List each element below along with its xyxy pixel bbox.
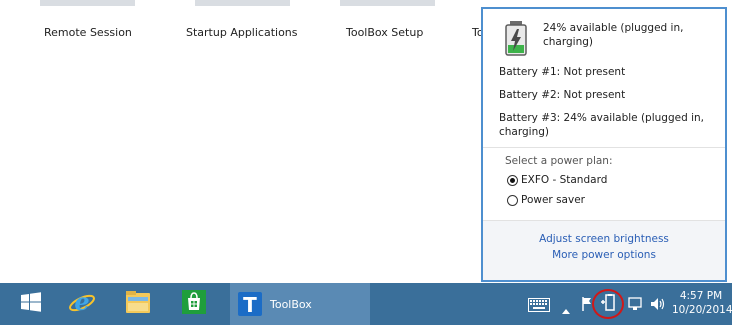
clock-time: 4:57 PM [679,290,723,302]
store-icon [182,290,206,318]
power-plan-label: Power saver [521,194,585,206]
volume-icon [650,296,666,315]
battery-2-status: Battery #2: Not present [499,89,626,101]
keyboard-icon [528,297,550,316]
battery-summary-line1: 24% available (plugged in, [543,22,684,34]
windows-logo-icon [21,292,41,316]
battery-charging-icon [503,21,529,57]
taskbar: e T ToolBox 4:57 PM 10/20/2014 [0,283,732,325]
file-explorer-icon [124,289,152,319]
internet-explorer-icon: e [68,287,96,320]
store-button[interactable] [174,283,214,325]
show-hidden-icons-button[interactable] [562,299,570,318]
svg-text:e: e [74,288,89,316]
battery-1-status: Battery #1: Not present [499,66,626,78]
desktop-item-toolbox-setup[interactable]: ToolBox Setup [346,26,423,39]
network-icon [628,296,642,315]
file-explorer-button[interactable] [118,283,158,325]
touch-keyboard-button[interactable] [528,297,550,316]
volume-button[interactable] [650,296,666,315]
chevron-up-icon [562,299,570,318]
power-plan-power-saver[interactable]: Power saver [507,193,667,207]
power-plan-exfo-standard[interactable]: EXFO - Standard [507,173,667,187]
internet-explorer-button[interactable]: e [62,283,102,325]
desktop-item-top-edge [340,0,435,6]
battery-flyout: 24% available (plugged in, charging) Bat… [481,7,727,282]
desktop-item-startup-applications[interactable]: Startup Applications [186,26,298,39]
svg-text:T: T [243,293,257,316]
network-button[interactable] [628,296,642,315]
power-plan-label: EXFO - Standard [521,174,608,186]
action-center-button[interactable] [582,296,592,315]
battery-highlight-circle [592,289,624,319]
battery-3-status-line2: charging) [499,126,549,138]
toolbox-app-icon: T [238,292,262,317]
toolbox-taskbar-label: ToolBox [270,297,312,311]
desktop-item-top-edge [40,0,135,6]
radio-unselected-icon[interactable] [507,195,518,206]
power-plan-heading: Select a power plan: [505,155,613,167]
toolbox-taskbar-button[interactable]: T ToolBox [230,283,370,325]
flag-icon [582,296,592,315]
desktop-item-top-edge [195,0,290,6]
flyout-divider [483,147,725,148]
battery-summary-line2: charging) [543,36,593,48]
clock[interactable]: 4:57 PM 10/20/2014 [672,290,732,316]
clock-date: 10/20/2014 [672,304,732,316]
start-button[interactable] [14,283,48,325]
desktop-item-remote-session[interactable]: Remote Session [44,26,132,39]
more-power-options-link[interactable]: More power options [483,249,725,261]
radio-selected-icon[interactable] [507,175,518,186]
battery-3-status-line1: Battery #3: 24% available (plugged in, [499,112,704,124]
adjust-screen-brightness-link[interactable]: Adjust screen brightness [483,233,725,245]
